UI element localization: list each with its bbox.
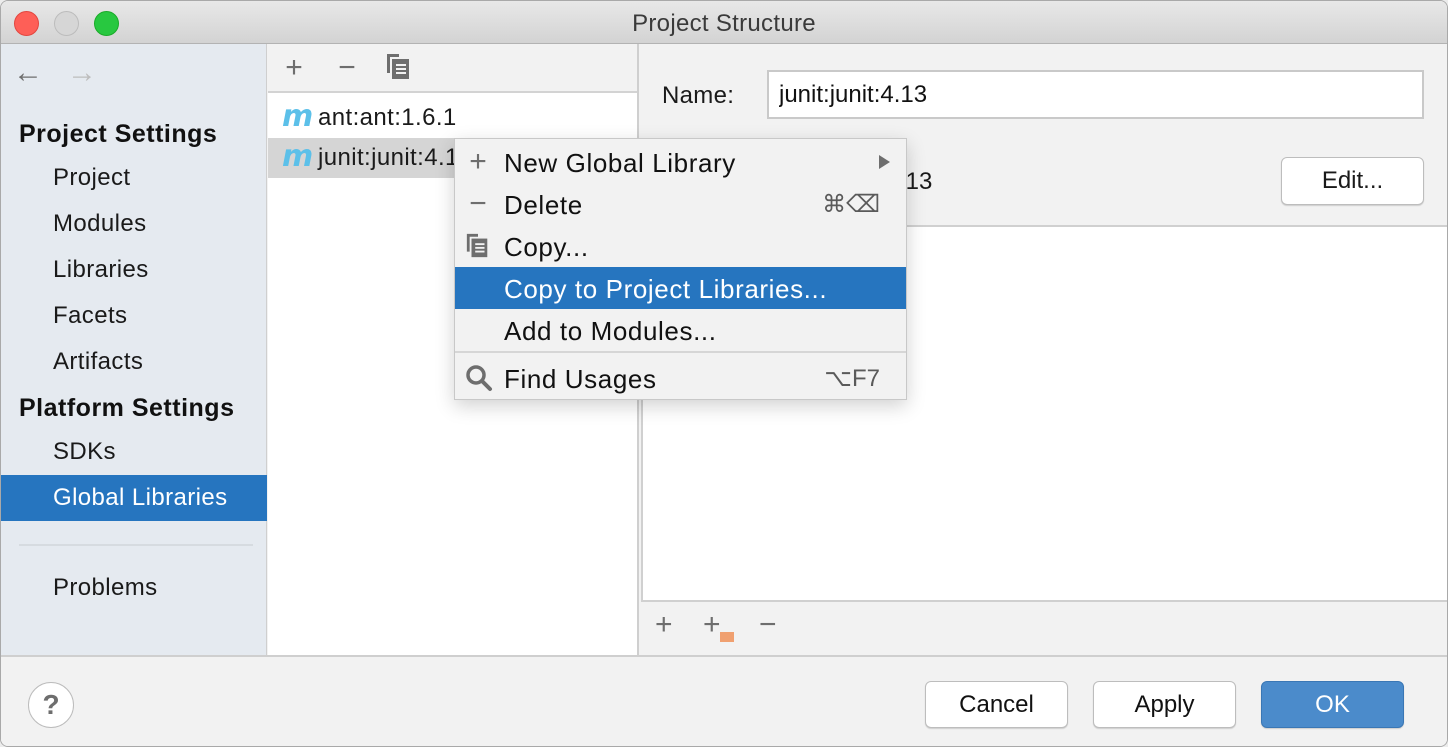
sidebar-item-global-libraries[interactable]: Global Libraries (1, 475, 267, 521)
add-root-icon[interactable]: + (655, 609, 673, 641)
menu-separator (455, 351, 906, 353)
section-title-project-settings: Project Settings (19, 120, 218, 148)
menu-item-find-usages[interactable]: Find Usages ⌥F7 (455, 357, 906, 399)
submenu-arrow-icon (879, 155, 890, 169)
library-name: ant:ant:1.6.1 (318, 104, 457, 131)
edit-button[interactable]: Edit... (1281, 157, 1424, 205)
remove-root-icon[interactable]: − (759, 609, 777, 641)
menu-item-delete[interactable]: − Delete ⌘⌫ (455, 183, 906, 225)
sidebar-item-sdks[interactable]: SDKs (1, 429, 267, 475)
sidebar-item-libraries[interactable]: Libraries (1, 247, 267, 293)
plus-icon: + (469, 145, 487, 178)
help-button[interactable]: ? (28, 682, 74, 728)
add-icon[interactable]: + (279, 52, 309, 84)
menu-item-label: New Global Library (504, 148, 736, 178)
menu-item-copy-to-project-libraries[interactable]: Copy to Project Libraries... (455, 267, 906, 309)
window-title: Project Structure (632, 10, 816, 37)
ok-button[interactable]: OK (1261, 681, 1404, 728)
title-bar: Project Structure (1, 1, 1447, 44)
dialog-footer: ? Cancel Apply OK (1, 655, 1447, 746)
library-name: junit:junit:4.13 (318, 144, 473, 171)
remove-icon[interactable]: − (332, 52, 362, 84)
menu-item-label: Find Usages (504, 364, 657, 394)
menu-item-label: Add to Modules... (504, 316, 717, 346)
maven-library-icon: m (282, 99, 314, 134)
name-label: Name: (662, 82, 735, 109)
sidebar-divider (19, 544, 253, 546)
menu-item-shortcut: ⌘⌫ (822, 191, 880, 218)
project-structure-dialog: Project Structure ← → Project Settings P… (0, 0, 1448, 747)
maven-library-icon: m (282, 139, 314, 174)
cancel-button[interactable]: Cancel (925, 681, 1068, 728)
sidebar-item-modules[interactable]: Modules (1, 201, 267, 247)
sidebar-item-project[interactable]: Project (1, 155, 267, 201)
search-icon (465, 360, 492, 396)
sidebar: ← → Project Settings Project Modules Lib… (1, 44, 267, 655)
menu-item-label: Copy to Project Libraries... (504, 274, 828, 304)
library-list-item[interactable]: m ant:ant:1.6.1 (268, 98, 637, 138)
name-input[interactable] (767, 70, 1424, 119)
library-list-toolbar: + − (268, 44, 637, 93)
folder-badge-icon (720, 632, 734, 642)
section-title-platform-settings: Platform Settings (19, 394, 235, 422)
menu-item-label: Delete (504, 190, 583, 220)
apply-button[interactable]: Apply (1093, 681, 1236, 728)
sidebar-item-artifacts[interactable]: Artifacts (1, 339, 267, 385)
add-folder-root-icon[interactable]: + (703, 609, 721, 641)
menu-item-add-to-modules[interactable]: Add to Modules... (455, 309, 906, 351)
copy-icon (465, 228, 491, 264)
menu-item-new-global-library[interactable]: + New Global Library (455, 141, 906, 183)
minus-icon: − (469, 187, 487, 220)
sidebar-item-facets[interactable]: Facets (1, 293, 267, 339)
context-menu: + New Global Library − Delete ⌘⌫ Copy... (454, 138, 907, 400)
menu-item-copy[interactable]: Copy... (455, 225, 906, 267)
copy-icon[interactable] (384, 52, 414, 84)
menu-item-label: Copy... (504, 232, 589, 262)
menu-item-shortcut: ⌥F7 (824, 365, 880, 392)
forward-arrow-icon[interactable]: → (67, 58, 97, 88)
sidebar-item-problems[interactable]: Problems (1, 565, 267, 611)
back-arrow-icon[interactable]: ← (13, 58, 43, 88)
